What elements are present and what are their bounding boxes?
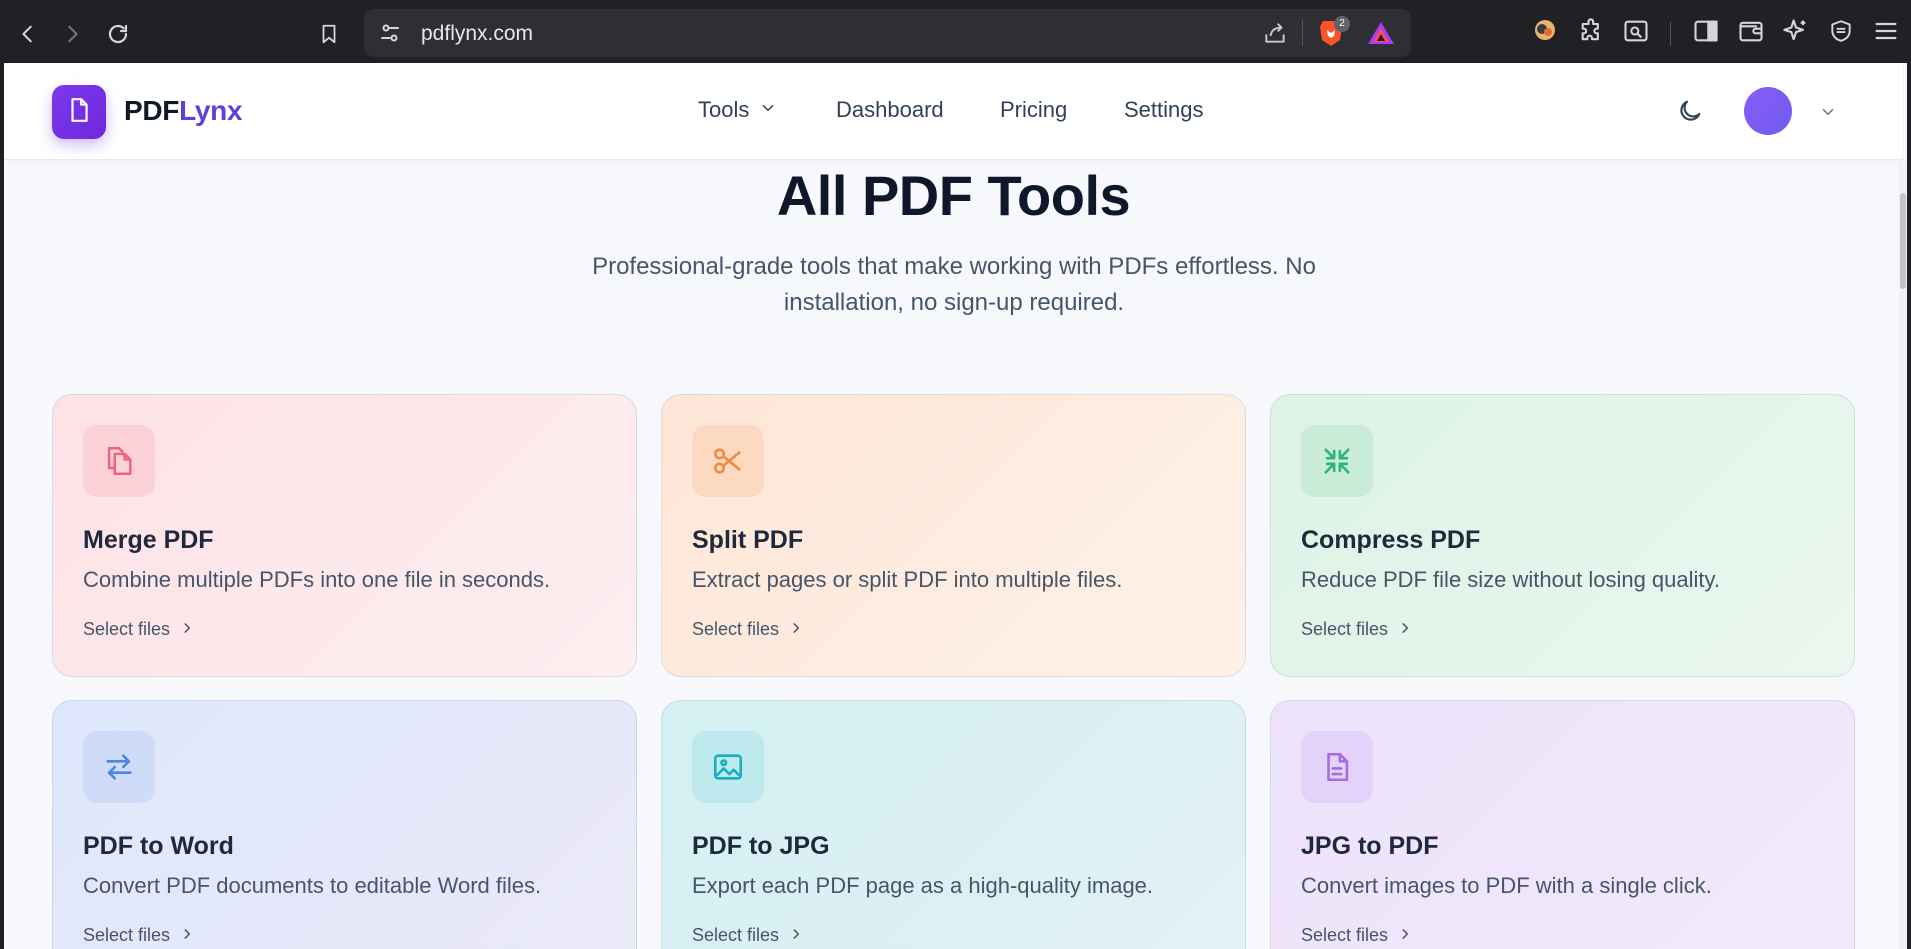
chevron-right-icon xyxy=(180,925,194,946)
select-files-link[interactable]: Select files xyxy=(1301,925,1412,946)
tool-card-pdf-to-jpg[interactable]: PDF to JPG Export each PDF page as a hig… xyxy=(661,700,1246,949)
tool-card-split[interactable]: Split PDF Extract pages or split PDF int… xyxy=(661,394,1246,677)
chevron-right-icon xyxy=(180,619,194,640)
dark-mode-toggle-icon[interactable] xyxy=(1676,97,1704,130)
card-title: PDF to Word xyxy=(83,832,234,860)
forward-button[interactable] xyxy=(54,16,90,52)
bookmark-icon xyxy=(318,22,340,46)
select-files-label: Select files xyxy=(1301,925,1389,945)
share-icon[interactable] xyxy=(1262,20,1288,46)
menu-icon[interactable] xyxy=(1872,17,1900,45)
brand-name[interactable]: PDFLynx xyxy=(124,95,243,127)
reload-icon xyxy=(106,22,130,46)
select-files-link[interactable]: Select files xyxy=(692,619,803,640)
extension-avatar-icon[interactable] xyxy=(1532,17,1558,43)
page-title: All PDF Tools xyxy=(776,164,1131,227)
card-description: Convert images to PDF with a single clic… xyxy=(1301,873,1712,898)
back-arrow-icon xyxy=(17,23,39,45)
card-description: Reduce PDF file size without losing qual… xyxy=(1301,567,1721,592)
bookmark-button[interactable] xyxy=(311,16,347,52)
select-files-label: Select files xyxy=(83,619,171,639)
logo[interactable] xyxy=(52,85,106,139)
toolbar-divider xyxy=(1670,22,1671,46)
tool-card-merge[interactable]: Merge PDF Combine multiple PDFs into one… xyxy=(52,394,637,677)
nav-tools-dropdown[interactable]: Tools xyxy=(698,97,777,123)
page-viewport: PDFLynx Tools Dashboard Pricing Settings… xyxy=(4,63,1907,949)
select-files-link[interactable]: Select files xyxy=(83,619,194,640)
brand-part2: Lynx xyxy=(179,95,243,126)
nav-tools-label: Tools xyxy=(698,97,750,122)
leo-ai-icon[interactable] xyxy=(1782,17,1810,45)
document-logo-icon xyxy=(66,96,92,129)
nav-settings[interactable]: Settings xyxy=(1124,97,1204,123)
tool-card-pdf-to-word[interactable]: PDF to Word Convert PDF documents to edi… xyxy=(52,700,637,949)
user-avatar[interactable] xyxy=(1744,87,1792,135)
document-icon xyxy=(1301,731,1373,803)
chevron-down-icon xyxy=(759,97,777,123)
brave-rewards-icon[interactable] xyxy=(1367,20,1395,46)
card-description: Combine multiple PDFs into one file in s… xyxy=(83,567,551,592)
select-files-label: Select files xyxy=(83,925,171,945)
back-button[interactable] xyxy=(10,16,46,52)
vpn-shield-icon[interactable] xyxy=(1828,17,1854,45)
select-files-link[interactable]: Select files xyxy=(692,925,803,946)
brand-part1: PDF xyxy=(124,95,180,126)
sidebar-toggle-icon[interactable] xyxy=(1692,17,1720,45)
card-description: Extract pages or split PDF into multiple… xyxy=(692,567,1123,592)
shields-count-badge: 2 xyxy=(1334,16,1350,32)
image-icon xyxy=(692,731,764,803)
select-files-label: Select files xyxy=(692,925,780,945)
tool-card-jpg-to-pdf[interactable]: JPG to PDF Convert images to PDF with a … xyxy=(1270,700,1855,949)
reload-button[interactable] xyxy=(100,16,136,52)
card-title: Merge PDF xyxy=(83,526,214,554)
card-description: Export each PDF page as a high-quality i… xyxy=(692,873,1154,898)
chevron-down-icon[interactable] xyxy=(1819,103,1837,126)
extensions-puzzle-icon[interactable] xyxy=(1578,17,1606,45)
address-bar[interactable]: pdflynx.com 2 xyxy=(364,9,1411,57)
page-subtitle: Professional-grade tools that make worki… xyxy=(592,253,1316,316)
tool-card-compress[interactable]: Compress PDF Reduce PDF file size withou… xyxy=(1270,394,1855,677)
nav-dashboard[interactable]: Dashboard xyxy=(836,97,944,123)
card-title: Split PDF xyxy=(692,526,804,554)
url-text[interactable]: pdflynx.com xyxy=(421,22,533,46)
card-title: Compress PDF xyxy=(1301,526,1481,554)
page-search-icon[interactable] xyxy=(1622,17,1650,45)
select-files-label: Select files xyxy=(692,619,780,639)
divider xyxy=(1302,20,1303,46)
select-files-link[interactable]: Select files xyxy=(83,925,194,946)
convert-arrows-icon xyxy=(83,731,155,803)
app-header: PDFLynx Tools Dashboard Pricing Settings xyxy=(4,63,1903,160)
select-files-label: Select files xyxy=(1301,619,1389,639)
card-description: Convert PDF documents to editable Word f… xyxy=(83,873,542,898)
chevron-right-icon xyxy=(1398,619,1412,640)
merge-icon xyxy=(83,425,155,497)
site-settings-icon[interactable] xyxy=(378,21,402,45)
card-title: PDF to JPG xyxy=(692,832,830,860)
chevron-right-icon xyxy=(1398,925,1412,946)
wallet-icon[interactable] xyxy=(1737,17,1765,45)
scrollbar-thumb[interactable] xyxy=(1900,193,1906,289)
nav-pricing[interactable]: Pricing xyxy=(1000,97,1067,123)
chevron-right-icon xyxy=(789,925,803,946)
compress-icon xyxy=(1301,425,1373,497)
select-files-link[interactable]: Select files xyxy=(1301,619,1412,640)
browser-toolbar: pdflynx.com 2 xyxy=(0,0,1911,63)
card-title: JPG to PDF xyxy=(1301,832,1439,860)
forward-arrow-icon xyxy=(61,23,83,45)
chevron-right-icon xyxy=(789,619,803,640)
scissors-icon xyxy=(692,425,764,497)
